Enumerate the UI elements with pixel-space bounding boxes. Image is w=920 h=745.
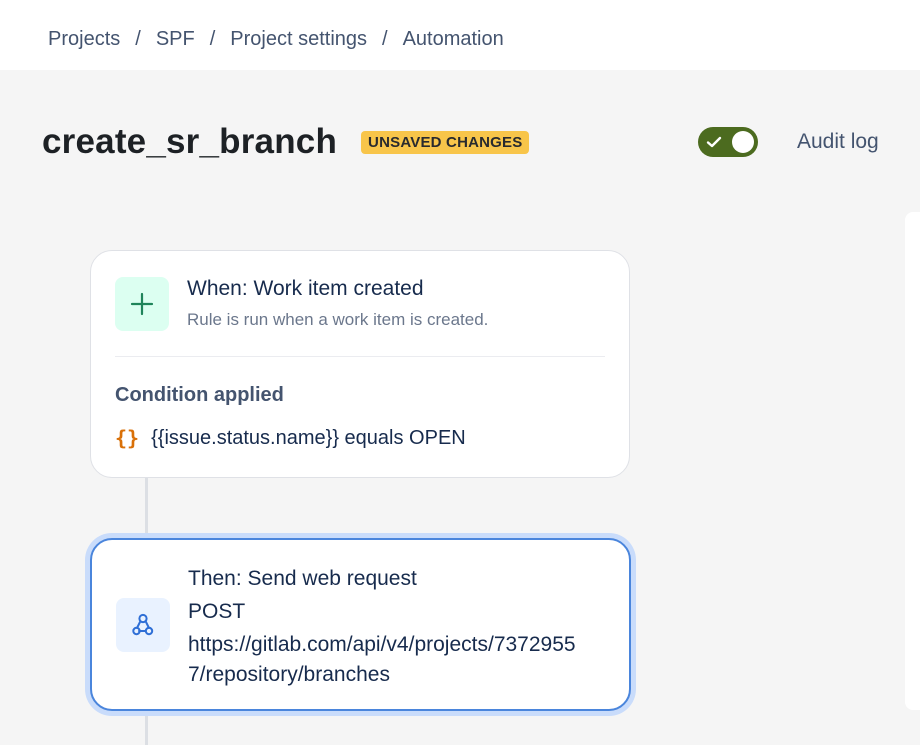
page-title[interactable]: create_sr_branch <box>42 122 337 162</box>
details-side-panel <box>905 212 920 710</box>
breadcrumb-project-settings[interactable]: Project settings <box>230 28 367 51</box>
rule-title-row: create_sr_branch UNSAVED CHANGES <box>42 122 530 162</box>
breadcrumb-projects[interactable]: Projects <box>48 28 120 51</box>
rule-connector-line <box>145 478 148 538</box>
action-card-selected[interactable]: Then: Send web request POST https://gitl… <box>90 538 631 711</box>
breadcrumb-spf[interactable]: SPF <box>156 28 195 51</box>
condition-text: {{issue.status.name}} equals OPEN <box>151 426 466 449</box>
card-divider <box>115 356 605 357</box>
webhook-icon <box>132 613 154 636</box>
condition-title: Condition applied <box>115 384 284 406</box>
top-bar: Projects / SPF / Project settings / Auto… <box>0 0 920 70</box>
trigger-description: Rule is run when a work item is created. <box>187 310 489 329</box>
condition-row[interactable]: {} {{issue.status.name}} equals OPEN <box>115 426 466 450</box>
braces-icon: {} <box>115 426 140 450</box>
trigger-heading: When: Work item created <box>187 277 424 300</box>
breadcrumb: Projects / SPF / Project settings / Auto… <box>48 28 504 51</box>
breadcrumb-separator: / <box>382 28 388 50</box>
check-icon <box>706 136 722 148</box>
breadcrumb-separator: / <box>135 28 141 50</box>
unsaved-changes-badge: UNSAVED CHANGES <box>361 130 530 154</box>
breadcrumb-separator: / <box>209 28 216 50</box>
rule-connector-line <box>145 711 148 745</box>
request-url: https://gitlab.com/api/v4/projects/73729… <box>188 633 576 686</box>
audit-log-link[interactable]: Audit log <box>797 130 879 154</box>
toggle-knob <box>732 131 754 153</box>
action-icon-tile <box>116 598 170 652</box>
breadcrumb-automation[interactable]: Automation <box>403 28 504 51</box>
rule-enabled-toggle[interactable] <box>698 127 758 157</box>
plus-icon <box>130 292 154 316</box>
trigger-card[interactable]: When: Work item created Rule is run when… <box>90 250 630 478</box>
request-method: POST <box>188 600 246 623</box>
action-heading: Then: Send web request <box>188 567 417 590</box>
trigger-icon-tile <box>115 277 169 331</box>
